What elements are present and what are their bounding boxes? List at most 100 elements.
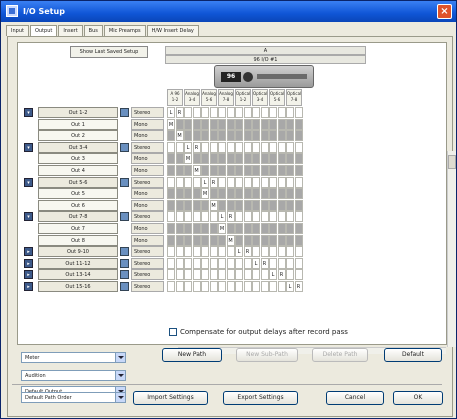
assignment-cell[interactable] <box>218 269 226 281</box>
assignment-cell[interactable] <box>260 141 269 153</box>
assignment-cell[interactable] <box>294 165 303 176</box>
assignment-cell[interactable] <box>243 223 252 234</box>
assignment-cell[interactable] <box>192 118 201 130</box>
assignment-cell[interactable] <box>252 153 260 165</box>
assignment-cell[interactable] <box>218 130 226 142</box>
assignment-cell[interactable] <box>294 234 303 246</box>
path-format[interactable]: Stereo <box>131 141 164 153</box>
assignment-cell[interactable] <box>167 257 175 269</box>
assignment-cell[interactable] <box>192 107 201 118</box>
assignment-cell[interactable] <box>201 118 209 130</box>
assignment-cell[interactable]: R <box>192 141 201 153</box>
path-name[interactable]: Out 13-14 <box>38 269 118 281</box>
assignment-cell[interactable] <box>252 269 260 281</box>
link-icon[interactable] <box>120 212 129 222</box>
assignment-cell[interactable] <box>277 234 286 246</box>
assignment-cell[interactable] <box>235 176 243 188</box>
assignment-cell[interactable]: M <box>226 234 235 246</box>
assignment-cell[interactable] <box>209 130 218 142</box>
assignment-cell[interactable] <box>209 141 218 153</box>
path-name[interactable]: Out 9-10 <box>38 246 118 258</box>
assignment-cell[interactable] <box>201 153 209 165</box>
assignment-cell[interactable] <box>286 234 294 246</box>
assignment-cell[interactable]: R <box>260 257 269 269</box>
assignment-cell[interactable] <box>269 281 277 292</box>
assignment-cell[interactable] <box>286 130 294 142</box>
assignment-cell[interactable] <box>243 107 252 118</box>
path-name[interactable]: Out 4 <box>38 165 118 176</box>
assignment-cell[interactable] <box>175 281 184 292</box>
assignment-cell[interactable] <box>235 223 243 234</box>
assignment-cell[interactable]: R <box>243 246 252 258</box>
path-name[interactable]: Out 2 <box>38 130 118 142</box>
assignment-cell[interactable] <box>226 246 235 258</box>
assignment-cell[interactable] <box>243 211 252 223</box>
assignment-cell[interactable] <box>184 107 192 118</box>
assignment-cell[interactable] <box>192 176 201 188</box>
assignment-cell[interactable] <box>243 118 252 130</box>
assignment-cell[interactable] <box>286 246 294 258</box>
assignment-cell[interactable] <box>209 269 218 281</box>
expand-icon[interactable]: ▸ <box>24 270 33 280</box>
assignment-cell[interactable] <box>226 281 235 292</box>
default-path-order-select[interactable]: Default Path Order <box>21 392 126 403</box>
assignment-cell[interactable] <box>201 141 209 153</box>
assignment-cell[interactable] <box>175 153 184 165</box>
assignment-cell[interactable] <box>175 269 184 281</box>
assignment-cell[interactable] <box>209 188 218 200</box>
assignment-cell[interactable] <box>269 188 277 200</box>
assignment-cell[interactable]: R <box>226 211 235 223</box>
assignment-cell[interactable] <box>252 199 260 211</box>
assignment-cell[interactable] <box>269 211 277 223</box>
assignment-cell[interactable] <box>294 141 303 153</box>
assignment-cell[interactable] <box>252 211 260 223</box>
assignment-cell[interactable] <box>226 141 235 153</box>
assignment-cell[interactable] <box>286 176 294 188</box>
assignment-cell[interactable] <box>226 223 235 234</box>
assignment-cell[interactable] <box>209 234 218 246</box>
assignment-cell[interactable] <box>226 188 235 200</box>
assignment-cell[interactable] <box>286 269 294 281</box>
assignment-cell[interactable] <box>167 269 175 281</box>
assignment-cell[interactable] <box>252 118 260 130</box>
assignment-cell[interactable] <box>260 269 269 281</box>
assignment-cell[interactable]: L <box>252 257 260 269</box>
assignment-cell[interactable] <box>252 130 260 142</box>
assignment-cell[interactable]: M <box>209 199 218 211</box>
expand-icon[interactable]: ▾ <box>24 212 33 222</box>
assignment-cell[interactable] <box>184 257 192 269</box>
assignment-cell[interactable]: L <box>184 141 192 153</box>
assignment-cell[interactable] <box>167 176 175 188</box>
assignment-cell[interactable] <box>209 107 218 118</box>
assignment-cell[interactable]: M <box>167 118 175 130</box>
assignment-cell[interactable] <box>269 257 277 269</box>
assignment-cell[interactable] <box>294 176 303 188</box>
assignment-cell[interactable] <box>167 234 175 246</box>
assignment-cell[interactable] <box>218 107 226 118</box>
path-name[interactable]: Out 3-4 <box>38 141 118 153</box>
assignment-cell[interactable]: L <box>218 211 226 223</box>
assignment-cell[interactable] <box>235 269 243 281</box>
assignment-cell[interactable] <box>286 107 294 118</box>
link-icon[interactable] <box>120 258 129 268</box>
assignment-cell[interactable] <box>226 176 235 188</box>
assignment-cell[interactable] <box>277 165 286 176</box>
default-button[interactable]: Default <box>384 348 442 362</box>
assignment-cell[interactable] <box>243 269 252 281</box>
path-name[interactable]: Out 5-6 <box>38 176 118 188</box>
assignment-cell[interactable] <box>269 153 277 165</box>
assignment-cell[interactable] <box>226 118 235 130</box>
new-sub-path-button[interactable]: New Sub-Path <box>236 348 298 362</box>
assignment-cell[interactable] <box>175 257 184 269</box>
assignment-cell[interactable] <box>286 118 294 130</box>
assignment-cell[interactable] <box>260 165 269 176</box>
assignment-cell[interactable] <box>167 130 175 142</box>
assignment-cell[interactable] <box>286 153 294 165</box>
assignment-cell[interactable] <box>226 153 235 165</box>
assignment-cell[interactable] <box>277 223 286 234</box>
path-format[interactable]: Stereo <box>131 257 164 269</box>
assignment-cell[interactable] <box>192 153 201 165</box>
assignment-cell[interactable] <box>192 257 201 269</box>
assignment-cell[interactable] <box>243 153 252 165</box>
assignment-cell[interactable] <box>277 130 286 142</box>
